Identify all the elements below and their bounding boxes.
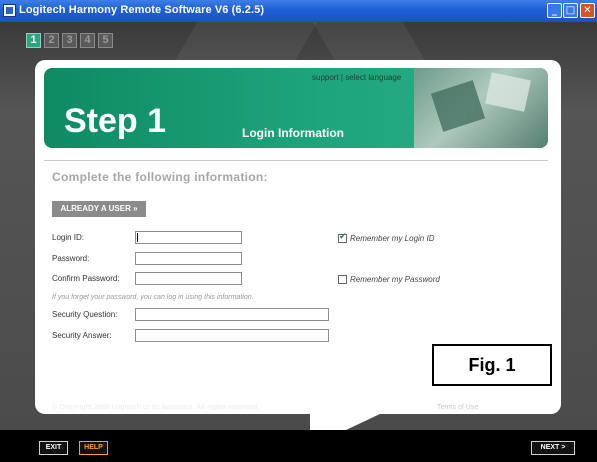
app-icon (3, 4, 16, 17)
maximize-button[interactable]: □ (563, 3, 578, 18)
confirm-password-input[interactable] (135, 272, 242, 285)
login-id-label: Login ID: (52, 233, 85, 242)
security-answer-label: Security Answer: (52, 331, 112, 340)
window-titlebar[interactable]: Logitech Harmony Remote Software V6 (6.2… (0, 0, 597, 22)
step-banner: support | select language Step 1 Login I… (44, 68, 548, 148)
form-instructions: Complete the following information: (52, 170, 268, 184)
security-question-input[interactable] (135, 308, 329, 321)
step-tab-1[interactable]: 1 (26, 33, 41, 48)
next-button[interactable]: NEXT > (531, 441, 575, 455)
window-title: Logitech Harmony Remote Software V6 (6.2… (19, 4, 265, 16)
remember-login-label[interactable]: Remember my Login ID (350, 234, 434, 243)
password-input[interactable] (135, 252, 242, 265)
step-subtitle: Login Information (242, 126, 344, 140)
minimize-button[interactable]: _ (547, 3, 562, 18)
support-language-links[interactable]: support | select language (312, 73, 401, 82)
divider (44, 160, 548, 161)
login-id-input[interactable] (135, 231, 242, 244)
copyright-text: © Copyright 2006 Logitech or its licenso… (52, 404, 260, 411)
remember-password-label[interactable]: Remember my Password (350, 275, 440, 284)
terms-of-use-link[interactable]: Terms of Use (437, 404, 478, 411)
photo-shape (430, 80, 486, 132)
step-tab-4: 4 (80, 33, 95, 48)
help-button[interactable]: HELP (79, 441, 108, 455)
photo-shape (485, 72, 531, 112)
check-mark-icon: ✔ (339, 232, 347, 242)
harmony-setup-window: Logitech Harmony Remote Software V6 (6.2… (0, 0, 597, 462)
security-question-label: Security Question: (52, 310, 118, 319)
close-button[interactable]: ✕ (580, 3, 595, 18)
step-tab-2: 2 (44, 33, 59, 48)
step-tab-3: 3 (62, 33, 77, 48)
confirm-password-label: Confirm Password: (52, 274, 120, 283)
password-label: Password: (52, 254, 90, 263)
remember-login-checkbox[interactable]: ✔ (338, 232, 347, 243)
figure-label: Fig. 1 (432, 344, 552, 386)
banner-photo (414, 68, 548, 148)
security-answer-input[interactable] (135, 329, 329, 342)
exit-button[interactable]: EXIT (39, 441, 68, 455)
text-cursor (137, 233, 138, 242)
step-indicator: 1 2 3 4 5 (26, 33, 113, 48)
remember-password-checkbox[interactable] (338, 275, 347, 284)
step-tab-5: 5 (98, 33, 113, 48)
already-a-user-button[interactable]: ALREADY A USER » (52, 201, 146, 217)
step-title: Step 1 (64, 102, 167, 140)
password-hint: If you forget your password, you can log… (52, 294, 254, 301)
